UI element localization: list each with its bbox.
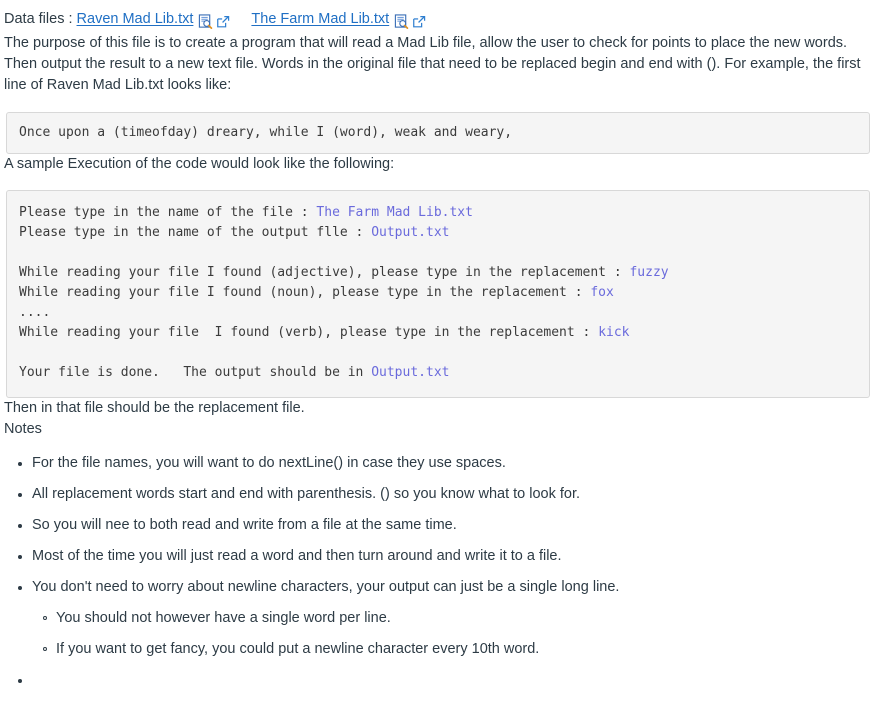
list-item-label: If you want to get fancy, you could put …	[56, 641, 540, 657]
document-preview-icon[interactable]	[198, 14, 213, 30]
list-item: Most of the time you will just read a wo…	[18, 546, 874, 567]
intro-paragraph: The purpose of this file is to create a …	[4, 35, 861, 93]
code-block-raven-sample: Once upon a (timeofday) dreary, while I …	[6, 112, 870, 154]
list-item: For the file names, you will want to do …	[18, 453, 874, 474]
list-item-label: You should not however have a single wor…	[56, 610, 391, 626]
file-link-raven-mad-lib[interactable]: Raven Mad Lib.txt	[77, 11, 194, 27]
user-input-text: kick	[598, 325, 630, 340]
list-item	[18, 670, 874, 683]
data-files-label: Data files :	[4, 11, 73, 27]
list-item-label: All replacement words start and end with…	[32, 486, 581, 502]
notes-list: For the file names, you will want to do …	[2, 453, 874, 683]
code-line-raven: Once upon a (timeofday) dreary, while I …	[19, 125, 513, 140]
list-item: You don't need to worry about newline ch…	[18, 577, 874, 660]
notes-heading: Notes	[4, 421, 42, 437]
user-input-text: Output.txt	[371, 365, 450, 380]
user-input-text: Output.txt	[371, 225, 450, 240]
list-item: You should not however have a single wor…	[43, 608, 874, 629]
assignment-page: Data files : Raven Mad Lib.txt The Farm M…	[0, 0, 874, 683]
execution-transcript: Please type in the name of the file : Th…	[19, 205, 669, 380]
file-link-the-farm-mad-lib[interactable]: The Farm Mad Lib.txt	[251, 11, 389, 27]
data-files-line: Data files : Raven Mad Lib.txt The Farm M…	[2, 4, 874, 33]
sample-execution-intro: A sample Execution of the code would loo…	[4, 156, 395, 172]
user-input-text: fox	[590, 285, 614, 300]
document-preview-icon[interactable]	[394, 14, 409, 30]
list-item: All replacement words start and end with…	[18, 484, 874, 505]
file-icons-raven	[198, 11, 233, 33]
list-item-label: You don't need to worry about newline ch…	[32, 579, 620, 595]
then-paragraph: Then in that file should be the replacem…	[4, 400, 305, 416]
file-icons-farm	[394, 11, 429, 33]
list-item: If you want to get fancy, you could put …	[43, 639, 874, 660]
list-item-label: For the file names, you will want to do …	[32, 455, 506, 471]
user-input-text: The Farm Mad Lib.txt	[316, 205, 473, 220]
open-in-new-window-icon[interactable]	[412, 15, 426, 29]
list-item-label: So you will nee to both read and write f…	[32, 517, 457, 533]
user-input-text: fuzzy	[629, 265, 669, 280]
list-item-label: Most of the time you will just read a wo…	[32, 548, 562, 564]
open-in-new-window-icon[interactable]	[216, 15, 230, 29]
notes-sublist: You should not however have a single wor…	[32, 608, 874, 660]
list-item: So you will nee to both read and write f…	[18, 515, 874, 536]
code-block-sample-execution: Please type in the name of the file : Th…	[6, 190, 870, 398]
